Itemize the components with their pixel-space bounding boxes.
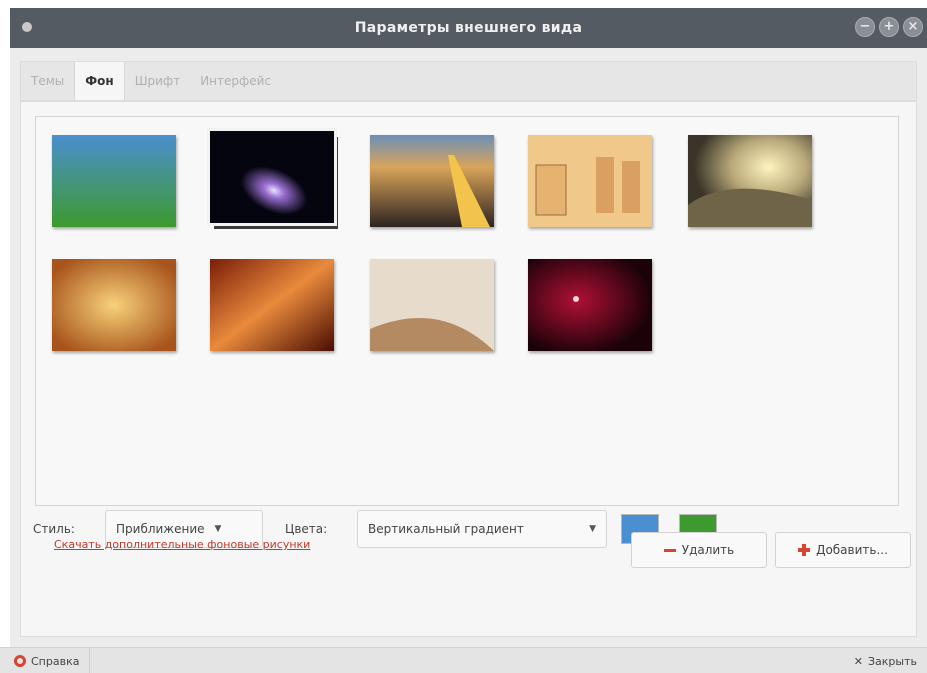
dialog-body: Темы Фон Шрифт Интерфейс Стиль: Приближе…: [10, 48, 927, 647]
wallpaper-sepia-drawing[interactable]: [528, 135, 652, 227]
download-wallpapers-link[interactable]: Скачать дополнительные фоновые рисунки: [54, 538, 310, 551]
style-value: Приближение: [116, 522, 205, 536]
plus-icon: [798, 544, 811, 556]
tab-bar: Темы Фон Шрифт Интерфейс: [20, 61, 917, 101]
wallpaper-beige-curve[interactable]: [370, 259, 494, 351]
add-label: Добавить...: [816, 543, 888, 557]
remove-label: Удалить: [681, 543, 735, 557]
colors-dropdown[interactable]: Вертикальный градиент ▼: [357, 510, 607, 548]
wallpaper-green-blue-gradient[interactable]: [52, 135, 176, 227]
tab-interface[interactable]: Интерфейс: [190, 62, 281, 100]
window-menu-icon[interactable]: [22, 22, 32, 32]
wallpaper-light-trail-road[interactable]: [370, 135, 494, 227]
wallpaper-orange-streaks[interactable]: [210, 259, 334, 351]
chevron-down-icon: ▼: [214, 524, 222, 534]
remove-button[interactable]: Удалить: [631, 532, 767, 568]
minus-icon: [663, 548, 676, 552]
add-button[interactable]: Добавить...: [775, 532, 911, 568]
colors-value: Вертикальный градиент: [368, 522, 524, 536]
close-icon: ✕: [853, 654, 863, 668]
wallpaper-red-sparkles[interactable]: [528, 259, 652, 351]
chevron-down-icon: ▼: [589, 524, 596, 534]
wallpaper-bokeh-orange[interactable]: [52, 259, 176, 351]
background-pane: Стиль: Приближение ▼ Цвета: Вертикальный…: [20, 101, 917, 637]
title-bar: Параметры внешнего вида − + ×: [10, 8, 927, 48]
maximize-icon[interactable]: +: [879, 17, 899, 37]
tab-themes[interactable]: Темы: [21, 62, 74, 100]
help-button[interactable]: Справка: [14, 648, 91, 673]
tab-font[interactable]: Шрифт: [125, 62, 191, 100]
close-button[interactable]: ✕ Закрыть: [854, 648, 917, 673]
close-label: Закрыть: [868, 654, 917, 668]
window-controls: − + ×: [855, 17, 923, 37]
wallpaper-golden-waves[interactable]: [688, 135, 812, 227]
colors-label: Цвета:: [285, 522, 328, 536]
wallpaper-comet[interactable]: [207, 128, 337, 226]
bottom-bar: Справка ✕ Закрыть: [0, 647, 927, 673]
tab-background[interactable]: Фон: [74, 62, 125, 100]
style-label: Стиль:: [33, 522, 75, 536]
close-window-icon[interactable]: ×: [903, 17, 923, 37]
minimize-icon[interactable]: −: [855, 17, 875, 37]
help-label: Справка: [31, 654, 80, 668]
window-title: Параметры внешнего вида: [354, 20, 583, 36]
wallpaper-gallery[interactable]: [35, 116, 899, 506]
lifebuoy-icon: [14, 655, 26, 667]
